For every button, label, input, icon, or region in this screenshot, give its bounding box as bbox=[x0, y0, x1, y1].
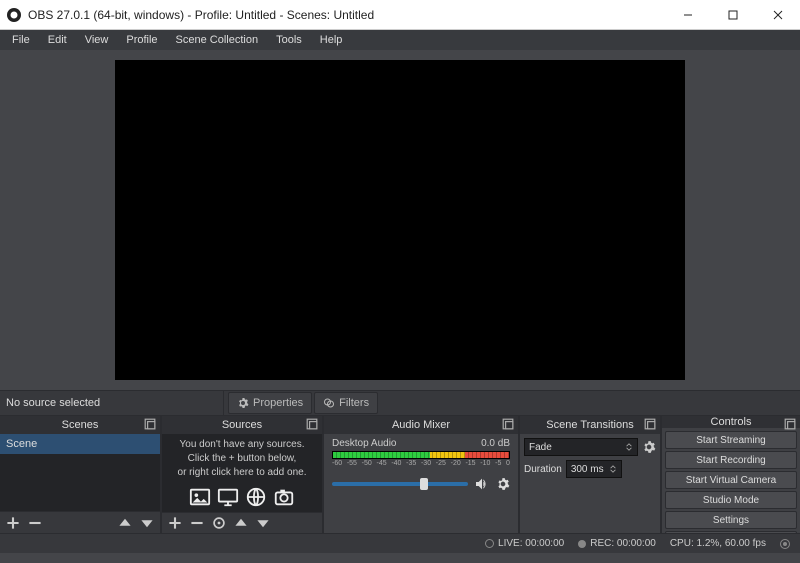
volume-slider[interactable] bbox=[332, 482, 468, 486]
camera-source-icon bbox=[273, 486, 295, 508]
sources-placeholder-l3: or right click here to add one. bbox=[178, 466, 307, 480]
chevron-updown-icon bbox=[625, 443, 633, 451]
sources-title: Sources bbox=[222, 419, 262, 431]
mixer-track-name: Desktop Audio bbox=[332, 438, 397, 449]
status-cpu-label: CPU: 1.2%, 60.00 fps bbox=[670, 538, 766, 549]
no-source-selected-label: No source selected bbox=[0, 391, 224, 415]
start-streaming-button[interactable]: Start Streaming bbox=[665, 431, 797, 449]
mixer-level-readout: 0.0 dB bbox=[481, 438, 510, 449]
audio-mixer-header[interactable]: Audio Mixer bbox=[324, 416, 518, 434]
source-remove-button[interactable] bbox=[190, 516, 204, 530]
transition-settings-icon[interactable] bbox=[642, 440, 656, 454]
sources-dock: Sources You don't have any sources. Clic… bbox=[162, 416, 322, 533]
settings-button[interactable]: Settings bbox=[665, 511, 797, 529]
source-toolbar: No source selected Properties Filters bbox=[0, 390, 800, 416]
detach-icon[interactable] bbox=[644, 418, 656, 430]
sources-placeholder-l2: Click the + button below, bbox=[188, 452, 297, 466]
controls-dock: Controls Start Streaming Start Recording… bbox=[662, 416, 800, 533]
volume-meter bbox=[332, 451, 510, 459]
image-source-icon bbox=[189, 486, 211, 508]
filters-label: Filters bbox=[339, 397, 369, 409]
audio-mixer-title: Audio Mixer bbox=[392, 419, 450, 431]
source-add-button[interactable] bbox=[168, 516, 182, 530]
scene-list-item[interactable]: Scene bbox=[0, 434, 160, 454]
scene-remove-button[interactable] bbox=[28, 516, 42, 530]
studio-mode-button[interactable]: Studio Mode bbox=[665, 491, 797, 509]
detach-icon[interactable] bbox=[784, 418, 796, 430]
status-rec-label: REC: 00:00:00 bbox=[590, 538, 656, 549]
scene-up-button[interactable] bbox=[118, 516, 132, 530]
broadcast-icon bbox=[485, 539, 494, 548]
start-recording-button[interactable]: Start Recording bbox=[665, 451, 797, 469]
gear-icon bbox=[237, 397, 249, 409]
menu-view[interactable]: View bbox=[77, 32, 117, 48]
menu-scene-collection[interactable]: Scene Collection bbox=[168, 32, 267, 48]
slider-thumb[interactable] bbox=[420, 478, 428, 490]
source-properties-button[interactable] bbox=[212, 516, 226, 530]
status-cpu: CPU: 1.2%, 60.00 fps bbox=[670, 538, 766, 549]
preview-canvas[interactable] bbox=[115, 60, 685, 380]
filters-button[interactable]: Filters bbox=[314, 392, 378, 414]
scene-list[interactable] bbox=[0, 454, 160, 511]
status-target-icon[interactable] bbox=[780, 539, 790, 549]
titlebar: OBS 27.0.1 (64-bit, windows) - Profile: … bbox=[0, 0, 800, 30]
source-down-button[interactable] bbox=[256, 516, 270, 530]
controls-title: Controls bbox=[711, 416, 752, 428]
window-close-button[interactable] bbox=[755, 0, 800, 30]
duration-label: Duration bbox=[524, 464, 562, 475]
record-icon bbox=[578, 540, 586, 548]
menu-file[interactable]: File bbox=[4, 32, 38, 48]
sources-header[interactable]: Sources bbox=[162, 416, 322, 434]
properties-button[interactable]: Properties bbox=[228, 392, 312, 414]
properties-label: Properties bbox=[253, 397, 303, 409]
scene-transitions-title: Scene Transitions bbox=[546, 419, 633, 431]
menu-help[interactable]: Help bbox=[312, 32, 351, 48]
meter-ticks: -60-55-50-45-40-35-30-25-20-15-10-50 bbox=[332, 460, 510, 470]
scene-transitions-dock: Scene Transitions Fade Duration 300 ms bbox=[520, 416, 660, 533]
source-up-button[interactable] bbox=[234, 516, 248, 530]
speaker-icon[interactable] bbox=[474, 476, 490, 492]
preview-area bbox=[0, 50, 800, 390]
globe-source-icon bbox=[245, 486, 267, 508]
status-live: LIVE: 00:00:00 bbox=[485, 538, 564, 549]
detach-icon[interactable] bbox=[306, 418, 318, 430]
window-maximize-button[interactable] bbox=[710, 0, 755, 30]
scene-down-button[interactable] bbox=[140, 516, 154, 530]
scene-transitions-header[interactable]: Scene Transitions bbox=[520, 416, 660, 434]
chevron-updown-icon bbox=[609, 465, 617, 473]
filters-icon bbox=[323, 397, 335, 409]
duration-value: 300 ms bbox=[571, 464, 604, 475]
transition-selected-label: Fade bbox=[529, 442, 552, 453]
scenes-dock: Scenes Scene bbox=[0, 416, 160, 533]
menu-edit[interactable]: Edit bbox=[40, 32, 75, 48]
menubar: File Edit View Profile Scene Collection … bbox=[0, 30, 800, 50]
scenes-title: Scenes bbox=[62, 419, 99, 431]
app-logo-icon bbox=[6, 7, 22, 23]
window-minimize-button[interactable] bbox=[665, 0, 710, 30]
start-virtual-camera-button[interactable]: Start Virtual Camera bbox=[665, 471, 797, 489]
transition-select[interactable]: Fade bbox=[524, 438, 638, 456]
duration-input[interactable]: 300 ms bbox=[566, 460, 622, 478]
controls-header[interactable]: Controls bbox=[662, 416, 800, 428]
detach-icon[interactable] bbox=[502, 418, 514, 430]
status-rec: REC: 00:00:00 bbox=[578, 538, 656, 549]
status-live-label: LIVE: 00:00:00 bbox=[498, 538, 564, 549]
detach-icon[interactable] bbox=[144, 418, 156, 430]
scenes-header[interactable]: Scenes bbox=[0, 416, 160, 434]
display-source-icon bbox=[217, 486, 239, 508]
menu-profile[interactable]: Profile bbox=[118, 32, 165, 48]
sources-list[interactable]: You don't have any sources. Click the + … bbox=[162, 434, 322, 512]
scene-add-button[interactable] bbox=[6, 516, 20, 530]
menu-tools[interactable]: Tools bbox=[268, 32, 310, 48]
sources-placeholder-l1: You don't have any sources. bbox=[180, 438, 305, 452]
audio-mixer-dock: Audio Mixer Desktop Audio 0.0 dB -60-55-… bbox=[324, 416, 518, 533]
mixer-settings-icon[interactable] bbox=[496, 477, 510, 491]
statusbar: LIVE: 00:00:00 REC: 00:00:00 CPU: 1.2%, … bbox=[0, 533, 800, 553]
window-title: OBS 27.0.1 (64-bit, windows) - Profile: … bbox=[28, 8, 374, 22]
